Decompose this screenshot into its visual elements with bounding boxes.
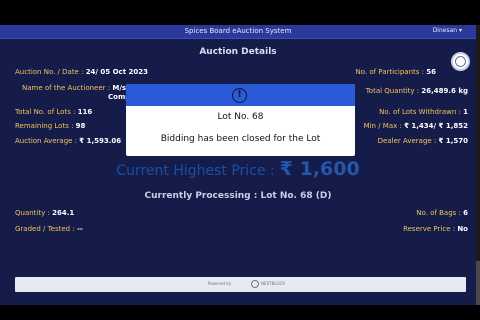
min-max-field: Min / Max : ₹ 1,434/ ₹ 1,852 <box>364 122 468 130</box>
remaining-lots-value: 98 <box>75 122 86 130</box>
total-lots-label: Total No. of Lots : <box>15 108 76 116</box>
bags-label: No. of Bags : <box>416 209 461 217</box>
app-title: Spices Board eAuction System <box>184 27 292 35</box>
dealer-average-label: Dealer Average : <box>377 137 437 145</box>
reserve-price-field: Reserve Price : No <box>403 225 468 233</box>
remaining-lots-field: Remaining Lots : 98 <box>15 122 85 130</box>
dealer-average-field: Dealer Average : ₹ 1,570 <box>378 137 468 145</box>
quantity-label: Quantity : <box>15 209 50 217</box>
remaining-lots-label: Remaining Lots : <box>15 122 74 130</box>
screen: Spices Board eAuction System Dinesan ▾ A… <box>0 0 480 320</box>
total-quantity-value: 26,489.6 kg <box>421 87 468 95</box>
min-max-value: ₹ 1,434/ ₹ 1,852 <box>404 122 468 130</box>
lot-closed-dialog[interactable]: ! Lot No. 68 Bidding has been closed for… <box>126 84 355 156</box>
lots-withdrawn-label: No. of Lots Withdrawn : <box>379 108 461 116</box>
auction-average-field: Auction Average : ₹ 1,593.06 <box>15 137 121 145</box>
auctioneer-label: Name of the Auctioneer : <box>22 84 111 92</box>
footer-bar: Powered by NEXTBLOCK <box>15 277 466 292</box>
quantity-field: Quantity : 264.1 <box>15 209 74 217</box>
bags-value: 6 <box>463 209 468 217</box>
participants-label: No. of Participants : <box>355 68 425 76</box>
auction-no-label: Auction No. / Date : <box>15 68 84 76</box>
graded-tested-label: Graded / Tested : <box>15 225 75 233</box>
dialog-title: Lot No. 68 <box>217 112 264 122</box>
dialog-message: Bidding has been closed for the Lot <box>160 134 321 144</box>
total-quantity-field: Total Quantity : 26,489.6 kg <box>366 87 468 95</box>
section-title: Auction Details <box>199 47 277 57</box>
highest-price-label: Current Highest Price : <box>116 163 275 179</box>
min-max-label: Min / Max : <box>363 122 402 130</box>
participants-value: 56 <box>426 68 436 76</box>
total-lots-field: Total No. of Lots : 116 <box>15 108 92 116</box>
auction-app: Spices Board eAuction System Dinesan ▾ A… <box>0 25 476 305</box>
top-bar: Spices Board eAuction System Dinesan ▾ <box>0 25 476 39</box>
alert-icon: ! <box>232 88 247 103</box>
footer-brand: NEXTBLOCK <box>261 281 286 286</box>
nextblock-logo-icon <box>251 280 259 288</box>
spices-board-logo <box>451 52 470 71</box>
total-quantity-label: Total Quantity : <box>365 87 420 95</box>
reserve-price-label: Reserve Price : <box>403 225 456 233</box>
lots-withdrawn-value: 1 <box>463 108 468 116</box>
page-scrollbar[interactable] <box>476 25 480 305</box>
bags-field: No. of Bags : 6 <box>416 209 468 217</box>
auction-average-value: ₹ 1,593.06 <box>79 137 122 145</box>
auctioneer-value: M/s <box>112 84 127 92</box>
quantity-value: 264.1 <box>52 209 75 217</box>
currently-processing: Currently Processing : Lot No. 68 (D) <box>144 191 332 201</box>
current-highest-price: Current Highest Price : ₹ 1,600 <box>0 158 476 180</box>
graded-tested-value: -- <box>76 225 83 233</box>
dialog-header: ! <box>126 84 355 106</box>
graded-tested-field: Graded / Tested : -- <box>15 225 83 233</box>
logo-emblem-icon <box>455 56 466 67</box>
auction-average-label: Auction Average : <box>15 137 78 145</box>
user-menu[interactable]: Dinesan ▾ <box>433 27 462 34</box>
highest-price-value: ₹ 1,600 <box>279 158 360 180</box>
auctioneer-field: Name of the Auctioneer : M/s <box>22 84 126 92</box>
auction-no-value: 24/ 05 Oct 2023 <box>85 68 148 76</box>
auction-no-field: Auction No. / Date : 24/ 05 Oct 2023 <box>15 68 148 76</box>
lots-withdrawn-field: No. of Lots Withdrawn : 1 <box>379 108 468 116</box>
dealer-average-value: ₹ 1,570 <box>438 137 468 145</box>
reserve-price-value: No <box>457 225 468 233</box>
participants-field: No. of Participants : 56 <box>355 68 436 76</box>
powered-by-text: Powered by <box>208 281 232 286</box>
scrollbar-thumb[interactable] <box>476 261 480 305</box>
total-lots-value: 116 <box>77 108 93 116</box>
